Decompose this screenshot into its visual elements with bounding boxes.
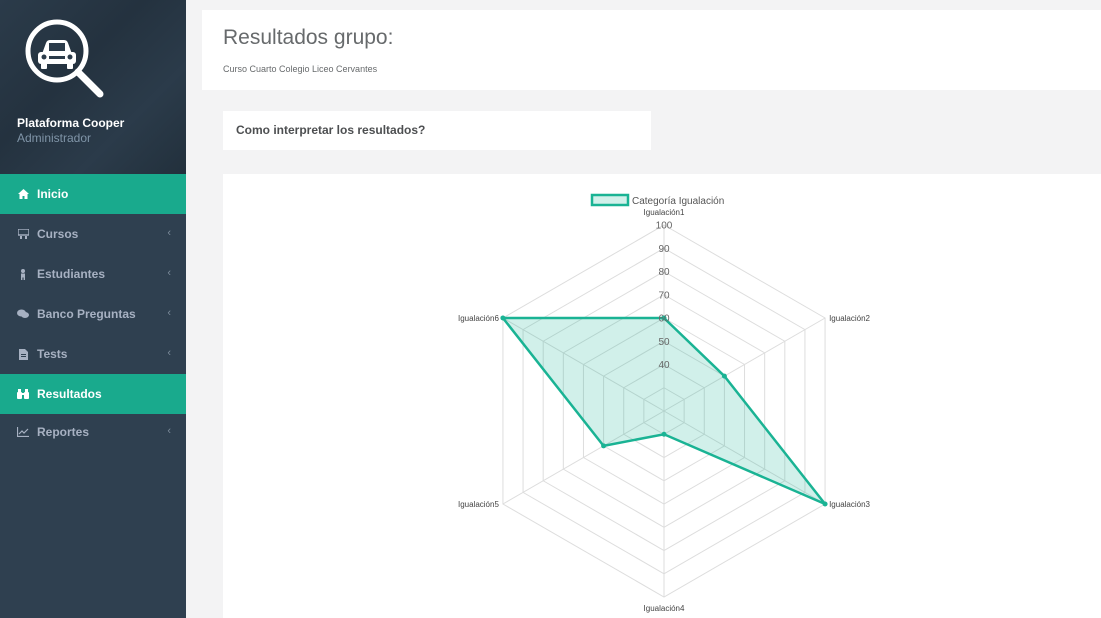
- class-icon: [17, 228, 29, 240]
- sidebar-item-label: Cursos: [37, 227, 79, 241]
- sidebar-item-label: Banco Preguntas: [37, 307, 136, 321]
- tick-label: 40: [658, 360, 670, 371]
- chart-panel: 40 50 60 70 80 90 100 Igualación1 Igualación2 Igu…: [223, 174, 1101, 618]
- radar-chart: 40 50 60 70 80 90 100 Igualación1 Igualación2 Igu…: [458, 193, 871, 613]
- sidebar-item-estudiantes[interactable]: Estudiantes ‹: [0, 254, 186, 294]
- binoculars-icon: [17, 388, 29, 400]
- chat-icon: [17, 308, 29, 320]
- file-icon: [17, 348, 29, 360]
- sidebar-item-resultados[interactable]: Resultados: [0, 374, 186, 414]
- page-subtitle: Curso Cuarto Colegio Liceo Cervantes: [223, 64, 378, 74]
- sidebar-item-banco-preguntas[interactable]: Banco Preguntas ‹: [0, 294, 186, 334]
- chevron-left-icon: ‹: [167, 227, 171, 239]
- home-icon: [17, 188, 29, 200]
- sidebar-item-tests[interactable]: Tests ‹: [0, 334, 186, 374]
- sidebar-item-cursos[interactable]: Cursos ‹: [0, 214, 186, 254]
- data-point: [661, 431, 667, 437]
- sidebar: Plataforma Cooper Administrador Inicio C…: [0, 0, 186, 618]
- point-label: Igualación5: [458, 500, 499, 509]
- tick-label: 100: [656, 221, 673, 232]
- profile-role: Administrador: [17, 131, 92, 145]
- interpret-title[interactable]: Como interpretar los resultados?: [236, 123, 425, 137]
- sidebar-item-reportes[interactable]: Reportes ‹: [0, 414, 186, 450]
- student-icon: [17, 268, 29, 280]
- sidebar-item-label: Estudiantes: [37, 267, 106, 281]
- chevron-left-icon: ‹: [167, 307, 171, 319]
- legend-label: Categoría Igualación: [632, 196, 724, 207]
- point-label: Igualación1: [644, 208, 685, 217]
- sidebar-item-label: Reportes: [37, 425, 90, 439]
- tick-label: 50: [658, 337, 670, 348]
- tick-label: 90: [658, 244, 670, 255]
- tick-label: 60: [658, 314, 670, 325]
- profile-panel: Plataforma Cooper Administrador: [0, 0, 186, 174]
- tick-label: 80: [658, 267, 670, 278]
- data-point: [601, 443, 607, 449]
- sidebar-item-label: Tests: [37, 347, 68, 361]
- page-title: Resultados grupo:: [223, 26, 394, 49]
- data-point: [721, 373, 727, 379]
- point-label: Igualación4: [644, 604, 685, 613]
- data-point: [822, 501, 828, 507]
- sidebar-nav: Inicio Cursos ‹ Estudiantes ‹ Banco Preg…: [0, 174, 186, 450]
- car-search-logo-icon: [25, 19, 104, 98]
- chevron-left-icon: ‹: [167, 347, 171, 359]
- chevron-left-icon: ‹: [167, 425, 171, 437]
- tick-label: 70: [658, 290, 670, 301]
- profile-name[interactable]: Plataforma Cooper: [17, 116, 124, 130]
- interpret-panel[interactable]: Como interpretar los resultados?: [223, 111, 651, 150]
- legend-swatch: [590, 193, 630, 207]
- point-label: Igualación6: [458, 314, 499, 323]
- sidebar-item-inicio[interactable]: Inicio: [0, 174, 186, 214]
- point-label: Igualación2: [829, 314, 870, 323]
- chevron-left-icon: ‹: [167, 267, 171, 279]
- point-label: Igualación3: [829, 500, 870, 509]
- line-chart-icon: [17, 426, 29, 438]
- page-header: Resultados grupo: Curso Cuarto Colegio L…: [202, 10, 1101, 90]
- sidebar-item-label: Resultados: [37, 387, 102, 401]
- data-point: [500, 315, 506, 321]
- sidebar-item-label: Inicio: [37, 187, 69, 201]
